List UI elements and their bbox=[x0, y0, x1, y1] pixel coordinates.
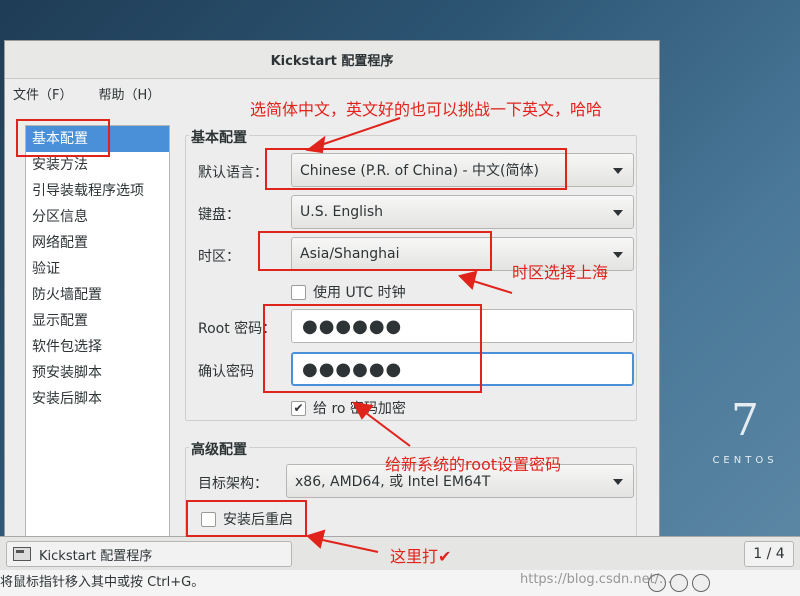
centos-version-number: 7 bbox=[731, 395, 759, 446]
sidebar-item-firewall[interactable]: 防火墙配置 bbox=[26, 282, 169, 308]
utc-checkbox[interactable]: 使用 UTC 时钟 bbox=[291, 282, 406, 302]
checkbox-empty-icon bbox=[291, 284, 306, 300]
menu-file[interactable]: 文件（F） bbox=[13, 84, 72, 103]
tray-usb-icon[interactable] bbox=[692, 574, 710, 592]
statusbar-text: 将鼠标指针移入其中或按 Ctrl+G。 bbox=[0, 575, 205, 590]
annotation-language: 选简体中文，英文好的也可以挑战一下英文，哈哈 bbox=[250, 100, 603, 119]
chevron-down-icon bbox=[613, 252, 623, 258]
timezone-label: 时区： bbox=[198, 249, 240, 265]
chevron-down-icon bbox=[613, 168, 623, 174]
utc-label: 使用 UTC 时钟 bbox=[313, 285, 406, 301]
encrypt-label: 给 ro 密码加密 bbox=[313, 401, 406, 417]
centos-logo: 7 CENTOS bbox=[690, 395, 800, 466]
sidebar-item-bootloader[interactable]: 引导装载程序选项 bbox=[26, 178, 169, 204]
chevron-down-icon bbox=[613, 479, 623, 485]
arch-label: 目标架构： bbox=[198, 476, 268, 492]
sidebar-item-packages[interactable]: 软件包选择 bbox=[26, 334, 169, 360]
sidebar-item-display[interactable]: 显示配置 bbox=[26, 308, 169, 334]
sidebar-item-auth[interactable]: 验证 bbox=[26, 256, 169, 282]
window-title: Kickstart 配置程序 bbox=[270, 54, 394, 69]
sidebar-item-network[interactable]: 网络配置 bbox=[26, 230, 169, 256]
centos-wordmark: CENTOS bbox=[712, 455, 778, 466]
checkmark-icon: ✔ bbox=[291, 400, 306, 416]
annotation-box-timezone bbox=[258, 231, 492, 271]
keyboard-label: 键盘： bbox=[198, 207, 240, 223]
keyboard-value: U.S. English bbox=[300, 204, 384, 220]
sidebar-item-pre-script[interactable]: 预安装脚本 bbox=[26, 360, 169, 386]
annotation-box-reboot bbox=[186, 500, 307, 537]
annotation-box-password bbox=[263, 304, 482, 393]
sidebar-item-post-script[interactable]: 安装后脚本 bbox=[26, 386, 169, 412]
chevron-down-icon bbox=[613, 210, 623, 216]
encrypt-root-checkbox[interactable]: ✔ 给 ro 密码加密 bbox=[291, 398, 406, 418]
annotation-box-language bbox=[265, 148, 567, 190]
confirm-password-label: 确认密码 bbox=[198, 364, 254, 380]
keyboard-dropdown[interactable]: U.S. English bbox=[291, 195, 634, 229]
category-sidebar: 基本配置 安装方法 引导装载程序选项 分区信息 网络配置 验证 防火墙配置 显示… bbox=[25, 125, 170, 537]
annotation-box-sidebar bbox=[16, 119, 110, 157]
taskbar-app-label: Kickstart 配置程序 bbox=[39, 548, 153, 564]
menu-help[interactable]: 帮助（H） bbox=[98, 84, 160, 103]
basic-config-title: 基本配置 bbox=[189, 127, 249, 147]
annotation-reboot: 这里打✔ bbox=[390, 547, 452, 566]
annotation-timezone: 时区选择上海 bbox=[512, 263, 609, 282]
sidebar-item-partition[interactable]: 分区信息 bbox=[26, 204, 169, 230]
language-label: 默认语言： bbox=[198, 165, 268, 181]
tray-network-icon[interactable] bbox=[670, 574, 688, 592]
statusbar: 将鼠标指针移入其中或按 Ctrl+G。 bbox=[0, 570, 800, 596]
watermark: https://blog.csdn.net/... bbox=[520, 572, 672, 587]
window-titlebar[interactable]: Kickstart 配置程序 bbox=[5, 41, 659, 79]
workspace-indicator[interactable]: 1 / 4 bbox=[744, 541, 794, 567]
advanced-config-title: 高级配置 bbox=[189, 439, 249, 459]
taskbar-kickstart-button[interactable]: Kickstart 配置程序 bbox=[6, 541, 292, 567]
window-app-icon bbox=[13, 547, 31, 561]
annotation-password: 给新系统的root设置密码 bbox=[385, 455, 562, 474]
